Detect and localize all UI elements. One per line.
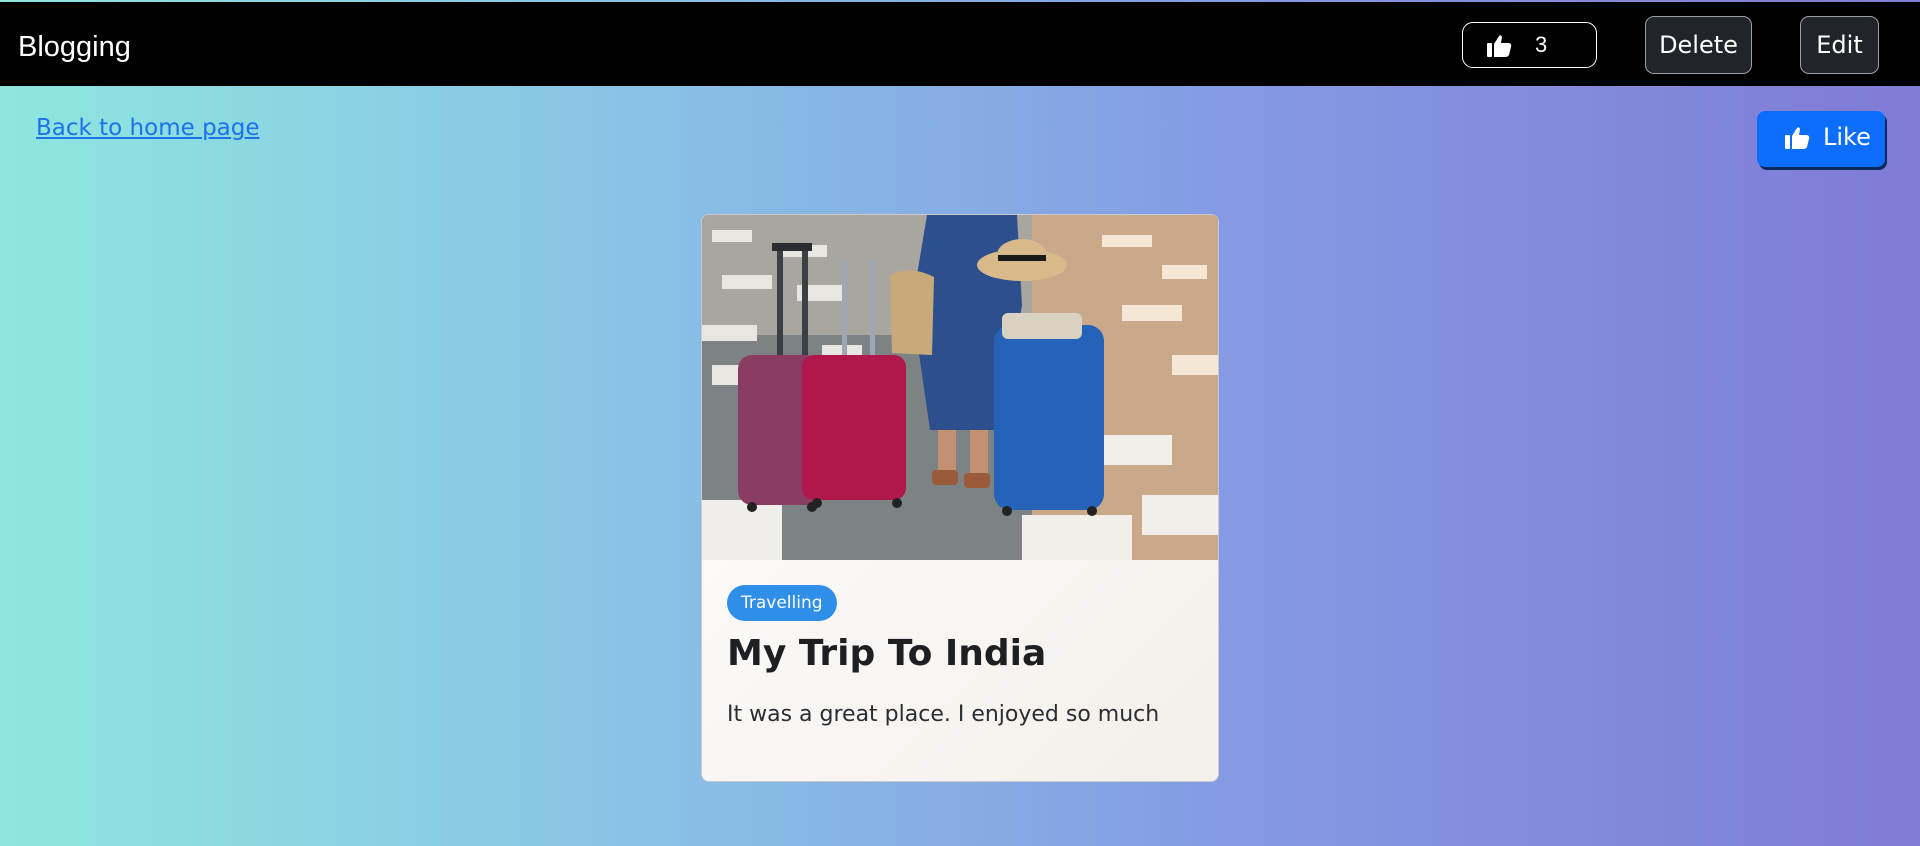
thumbs-up-icon xyxy=(1785,127,1810,149)
post-card: Travelling My Trip To India It was a gre… xyxy=(701,214,1219,782)
like-button-label: Like xyxy=(1823,123,1871,151)
like-button[interactable]: Like xyxy=(1757,111,1885,167)
thumbs-up-icon xyxy=(1487,35,1512,57)
post-image xyxy=(702,215,1218,560)
navbar: Blogging 3 Delete Edit xyxy=(0,2,1920,86)
post-body: It was a great place. I enjoyed so much xyxy=(727,702,1160,727)
post-title: My Trip To India xyxy=(727,633,1047,674)
delete-button[interactable]: Delete xyxy=(1645,16,1752,74)
brand-title[interactable]: Blogging xyxy=(18,27,131,67)
like-count-value: 3 xyxy=(1535,32,1548,57)
category-badge: Travelling xyxy=(727,585,837,621)
back-to-home-link[interactable]: Back to home page xyxy=(36,115,260,141)
like-count-badge[interactable]: 3 xyxy=(1462,22,1597,68)
edit-button[interactable]: Edit xyxy=(1800,16,1879,74)
